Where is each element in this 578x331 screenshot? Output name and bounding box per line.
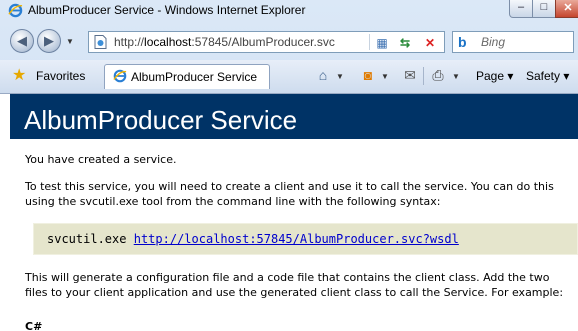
minimize-icon: – (517, 1, 525, 13)
heading-banner: AlbumProducer Service (10, 94, 578, 139)
page-menu-label: Page (476, 69, 505, 83)
favorites-label: Favorites (36, 69, 86, 83)
wsdl-link[interactable]: http://localhost:57845/AlbumProducer.svc… (134, 232, 459, 246)
title-bar: AlbumProducer Service - Windows Internet… (0, 0, 578, 22)
rss-dropdown-icon[interactable]: ▼ (381, 72, 389, 81)
stop-icon[interactable]: ✕ (422, 35, 438, 51)
forward-arrow-icon: ▶ (44, 33, 54, 48)
close-icon: ✕ (563, 2, 573, 14)
search-placeholder: Bing (481, 35, 506, 49)
intro-text: You have created a service. (25, 153, 177, 166)
command-line: svcutil.exe http://localhost:57845/Album… (47, 232, 459, 246)
address-divider (369, 34, 370, 50)
page-content: AlbumProducer Service You have created a… (0, 94, 578, 331)
back-arrow-icon: ◀ (17, 33, 27, 48)
address-bar[interactable]: http://localhost:57845/AlbumProducer.svc… (88, 31, 445, 53)
back-button[interactable]: ◀ (10, 29, 34, 53)
mail-icon[interactable]: ✉ (401, 66, 419, 84)
maximize-button[interactable]: □ (532, 0, 556, 18)
star-icon: ★ (12, 67, 27, 84)
toolbar-divider (423, 67, 424, 85)
tab-albumproducer[interactable]: AlbumProducer Service (104, 64, 270, 89)
home-icon[interactable]: ⌂ (314, 66, 332, 84)
page-title: AlbumProducer Service (24, 105, 298, 135)
window-title: AlbumProducer Service - Windows Internet… (28, 3, 306, 17)
url-scheme: http:// (114, 35, 145, 49)
minimize-button[interactable]: – (509, 0, 533, 18)
forward-button[interactable]: ▶ (37, 29, 61, 53)
url-host: localhost (144, 35, 192, 49)
browser-window: AlbumProducer Service - Windows Internet… (0, 0, 578, 331)
print-dropdown-icon[interactable]: ▼ (452, 72, 460, 81)
command-box: svcutil.exe http://localhost:57845/Album… (33, 223, 578, 255)
page-menu[interactable]: Page ▾ (476, 69, 513, 83)
close-button[interactable]: ✕ (555, 0, 578, 18)
search-box[interactable]: b Bing (452, 31, 574, 53)
safety-menu-label: Safety (526, 69, 561, 83)
navigation-bar: ◀ ▶ ▼ http://localhost:57845/AlbumProduc… (0, 23, 578, 59)
history-dropdown-icon[interactable]: ▼ (66, 37, 74, 46)
page-icon (94, 35, 107, 49)
maximize-icon: □ (540, 1, 548, 13)
instructions-text: To test this service, you will need to c… (25, 180, 554, 208)
ie-logo-icon (8, 3, 23, 18)
print-icon[interactable]: ⎙ (429, 66, 447, 84)
bing-icon: b (458, 34, 467, 50)
safety-menu[interactable]: Safety ▾ (526, 69, 569, 83)
command-bar: ★ Favorites AlbumProducer Service ⌂ ▼ ◙ … (0, 60, 578, 94)
ie-tab-icon (113, 69, 127, 83)
compat-view-icon[interactable]: ▦ (374, 35, 390, 51)
refresh-icon[interactable]: ⇆ (397, 35, 413, 51)
command-text: svcutil.exe (47, 232, 127, 246)
home-dropdown-icon[interactable]: ▼ (336, 72, 344, 81)
rss-icon[interactable]: ◙ (359, 66, 377, 84)
tab-label: AlbumProducer Service (131, 70, 258, 84)
generate-text: This will generate a configuration file … (25, 271, 564, 299)
url-path: :57845/AlbumProducer.svc (191, 35, 335, 49)
csharp-heading: C# (25, 320, 43, 331)
favorites-button[interactable]: ★ Favorites (6, 64, 98, 87)
address-url[interactable]: http://localhost:57845/AlbumProducer.svc (114, 35, 335, 49)
